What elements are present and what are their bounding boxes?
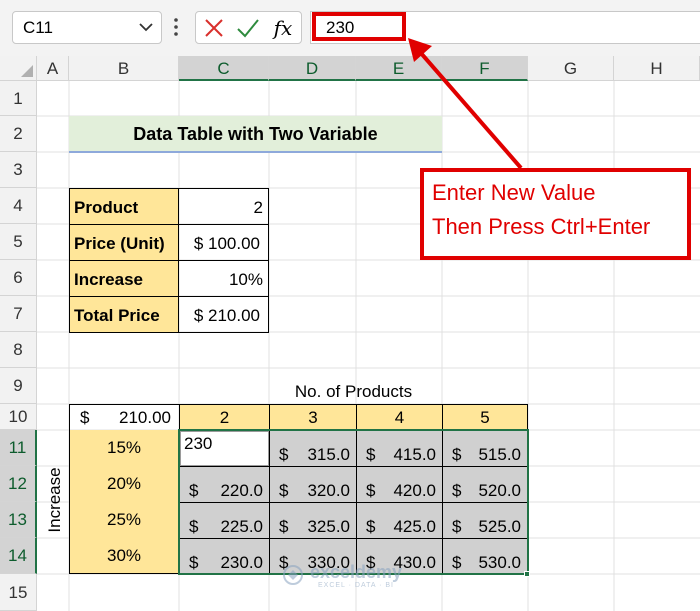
select-all-corner[interactable] [0,56,37,81]
row-header-5[interactable]: 5 [0,224,37,260]
info-label-increase[interactable]: Increase [69,260,179,297]
watermark: exceldemy EXCEL · DATA · BI [282,562,432,594]
row-header-12[interactable]: 12 [0,466,37,502]
info-label-price[interactable]: Price (Unit) [69,224,179,261]
row-header-7[interactable]: 7 [0,296,37,332]
info-label-product[interactable]: Product [69,188,179,225]
info-value-total[interactable]: $ 210.00 [178,296,269,333]
insert-function-icon[interactable]: fx [270,15,296,41]
chevron-down-icon[interactable] [137,16,155,38]
info-value-price[interactable]: $ 100.00 [178,224,269,261]
row-header-6[interactable]: 6 [0,260,37,296]
column-header-g[interactable]: G [528,56,614,81]
column-header-e[interactable]: E [356,56,442,81]
more-options-icon[interactable] [172,13,180,41]
formula-bar-area: C11 fx 230 [0,0,700,56]
name-box-value: C11 [23,18,53,37]
row-header-8[interactable]: 8 [0,332,37,368]
info-value-product[interactable]: 2 [178,188,269,225]
column-header-f[interactable]: F [442,56,528,81]
callout-line-2: Then Press Ctrl+Enter [432,214,651,239]
row-header-15[interactable]: 15 [0,574,37,611]
formula-buttons: fx [195,11,302,44]
col-value-5[interactable]: 5 [442,404,528,431]
name-box[interactable]: C11 [12,11,162,44]
callout-line-1: Enter New Value [432,180,596,205]
row-value-15[interactable]: 15% [69,430,179,466]
callout-box: Enter New Value Then Press Ctrl+Enter [420,168,691,260]
corner-value: 210.00 [119,408,171,427]
row-header-4[interactable]: 4 [0,188,37,224]
col-value-4[interactable]: 4 [356,404,443,431]
data-table-col-title[interactable]: No. of Products [179,380,528,404]
fill-handle[interactable] [524,571,530,577]
column-header-b[interactable]: B [69,56,179,81]
sheet-title[interactable]: Data Table with Two Variable [69,116,442,153]
row-value-30[interactable]: 30% [69,538,179,574]
row-header-13[interactable]: 13 [0,502,37,538]
row-header-1[interactable]: 1 [0,81,37,116]
col-value-3[interactable]: 3 [269,404,357,431]
row-value-25[interactable]: 25% [69,502,179,538]
row-header-11[interactable]: 11 [0,430,37,466]
col-value-2[interactable]: 2 [179,404,270,431]
row-header-9[interactable]: 9 [0,368,37,404]
info-label-total[interactable]: Total Price [69,296,179,333]
column-header-a[interactable]: A [37,56,69,81]
column-header-d[interactable]: D [269,56,356,81]
data-table-corner[interactable]: $ 210.00 [69,404,180,431]
formula-highlight-box [312,12,406,41]
row-header-10[interactable]: 10 [0,404,37,430]
corner-currency: $ [80,408,90,427]
row-value-20[interactable]: 20% [69,466,179,502]
watermark-tagline: EXCEL · DATA · BI [318,582,394,589]
exceldemy-logo-icon [283,565,303,585]
selection-outline [178,429,529,575]
info-value-increase[interactable]: 10% [178,260,269,297]
row-header-14[interactable]: 14 [0,538,37,574]
watermark-brand: exceldemy [310,562,403,582]
cancel-icon[interactable] [201,15,227,41]
column-header-c[interactable]: C [179,56,269,81]
row-header-2[interactable]: 2 [0,116,37,152]
row-header-3[interactable]: 3 [0,152,37,188]
enter-check-icon[interactable] [235,15,261,41]
column-header-h[interactable]: H [614,56,700,81]
data-table-row-title[interactable]: Increase [43,434,67,566]
